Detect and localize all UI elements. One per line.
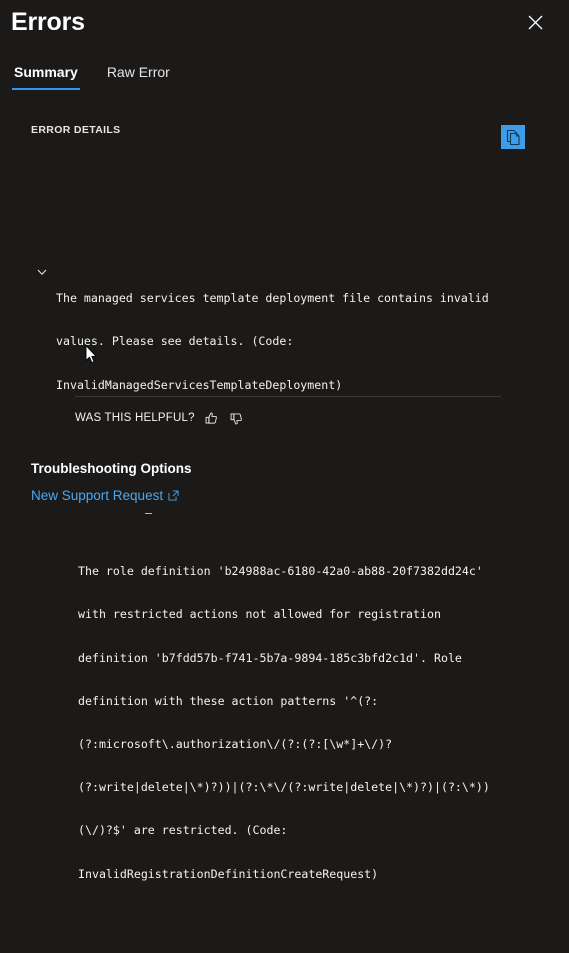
error-primary-line: InvalidManagedServicesTemplateDeployment… (56, 377, 343, 392)
error-message-body: The managed services template deployment… (0, 176, 569, 953)
error-secondary-line: definition 'b7fdd57b-f741-5b7a-9894-185c… (78, 650, 462, 665)
feedback-question: WAS THIS HELPFUL? (75, 412, 195, 424)
error-primary-line: values. Please see details. (Code: (56, 334, 294, 349)
thumbs-down-icon[interactable] (229, 410, 245, 426)
error-secondary-line: with restricted actions not allowed for … (78, 607, 441, 622)
copy-icon[interactable] (501, 125, 525, 149)
error-secondary-line: (?:microsoft\.authorization\/(?:(?:[\w*]… (78, 737, 393, 752)
tab-raw-error[interactable]: Raw Error (105, 63, 172, 90)
tab-summary-label: Summary (14, 64, 78, 80)
page-title: Errors (11, 8, 85, 36)
thumbs-up-icon[interactable] (204, 410, 220, 426)
close-icon[interactable] (519, 6, 551, 38)
feedback-row: WAS THIS HELPFUL? (75, 408, 245, 428)
error-secondary-line: The role definition 'b24988ac-6180-42a0-… (78, 564, 483, 579)
errors-panel: Errors Summary Raw Error ERROR DETAILS T… (0, 0, 569, 881)
panel-header: Errors (0, 0, 569, 48)
error-secondary-line: InvalidRegistrationDefinitionCreateReque… (78, 866, 379, 881)
chevron-down-icon[interactable] (36, 237, 48, 276)
error-secondary-line: definition with these action patterns '^… (78, 693, 379, 708)
error-primary-line: The managed services template deployment… (56, 291, 489, 306)
external-link-icon (168, 490, 179, 501)
error-secondary-line: (?:write|delete|\*)?))|(?:\*\/(?:write|d… (78, 780, 490, 795)
new-support-request-link[interactable]: New Support Request (31, 488, 179, 503)
list-dash-icon (145, 512, 152, 514)
tab-bar: Summary Raw Error (0, 63, 569, 95)
troubleshooting-heading: Troubleshooting Options (31, 461, 192, 476)
tab-raw-error-label: Raw Error (106, 64, 170, 80)
error-secondary-line: (\/)?$' are restricted. (Code: (78, 823, 288, 838)
new-support-request-label: New Support Request (31, 488, 164, 503)
error-secondary-block: The role definition 'b24988ac-6180-42a0-… (78, 507, 569, 910)
error-details-label: ERROR DETAILS (31, 124, 121, 136)
tab-summary[interactable]: Summary (12, 63, 80, 90)
divider (75, 396, 501, 397)
